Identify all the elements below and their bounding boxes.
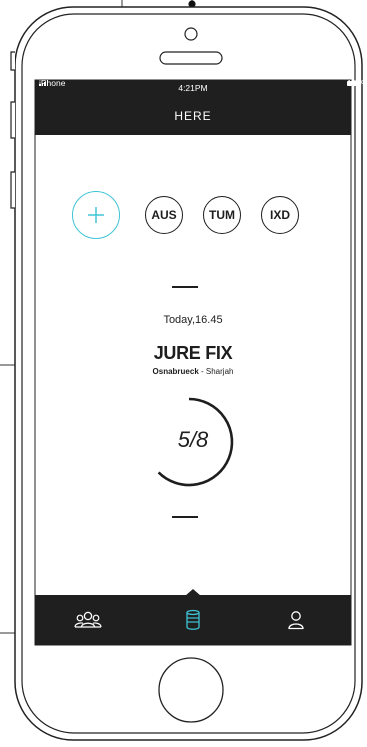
tab-cup[interactable] [163,595,223,645]
tab-bar [35,589,351,645]
status-bar: iPhone 4:21PM 100% [35,78,367,99]
person-icon [288,611,304,630]
status-time: 4:21PM [178,83,208,93]
tab-profile[interactable] [266,595,326,645]
chip-label: IXD [269,208,290,222]
event-name: JURE FIX [153,343,233,363]
chip-ixd[interactable]: IXD [261,196,299,234]
route-origin: Osnabrueck [152,367,199,376]
top-divider [172,286,198,288]
page-title: HERE [174,109,212,123]
progress-label: 5/8 [177,427,209,452]
route-destination: Sharjah [205,367,234,376]
event-date: Today,16.45 [163,314,223,326]
plus-icon [88,207,104,223]
cup-icon [186,609,200,630]
bottom-divider [172,516,198,518]
battery-icon [347,80,360,86]
nav-bar: HERE [35,99,351,135]
chip-tum[interactable]: TUM [203,196,241,234]
route-separator: - [198,367,206,376]
chip-label: TUM [209,208,235,222]
tab-group[interactable] [58,595,118,645]
chip-label: AUS [151,208,177,222]
add-button[interactable] [72,191,120,239]
chip-aus[interactable]: AUS [145,196,183,234]
event-route: Osnabrueck - Sharjah [35,367,351,376]
group-icon [74,611,102,628]
